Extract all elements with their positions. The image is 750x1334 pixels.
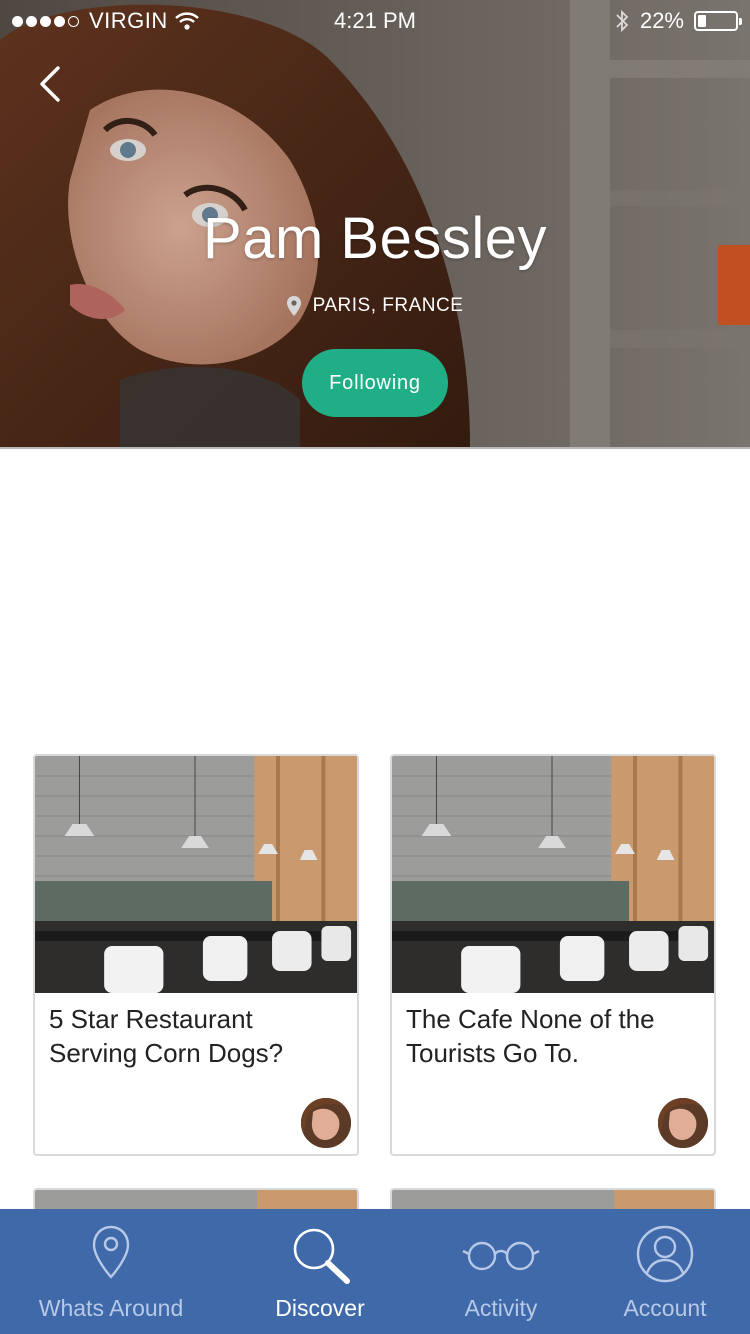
status-right: 22% — [614, 8, 742, 34]
author-avatar[interactable] — [658, 1098, 708, 1148]
chevron-left-icon — [40, 66, 60, 102]
profile-location: PARIS, FRANCE — [0, 295, 750, 317]
user-circle-icon — [636, 1225, 694, 1283]
following-button[interactable]: Following — [302, 349, 448, 417]
restaurant-photo — [35, 756, 357, 993]
tab-label: Account — [623, 1295, 707, 1321]
author-avatar[interactable] — [301, 1098, 351, 1148]
tab-activity[interactable]: Activity — [450, 1209, 552, 1334]
location-label: PARIS, FRANCE — [312, 295, 464, 316]
tab-label: Whats Around — [38, 1295, 184, 1321]
status-bar: VIRGIN 4:21 PM 22% — [0, 0, 750, 40]
header-divider — [0, 447, 750, 449]
back-button[interactable] — [30, 62, 70, 106]
location-pin-icon — [92, 1225, 130, 1279]
avatar-photo — [658, 1098, 708, 1148]
post-title: 5 Star Restaurant Serving Corn Dogs? — [49, 1004, 284, 1068]
battery-percent: 22% — [639, 8, 684, 33]
post-card[interactable]: The Cafe None of the Tourists Go To. — [390, 754, 716, 1156]
post-title: The Cafe None of the Tourists Go To. — [406, 1004, 655, 1068]
battery-level — [698, 15, 706, 27]
restaurant-photo — [392, 756, 714, 993]
profile-header: VIRGIN 4:21 PM 22% Pam Bessley PARIS, FR… — [0, 0, 750, 447]
profile-name: Pam Bessley — [203, 206, 547, 271]
battery-icon — [694, 11, 742, 31]
post-card[interactable]: 5 Star Restaurant Serving Corn Dogs? — [33, 754, 359, 1156]
search-icon — [293, 1228, 350, 1284]
avatar-photo — [301, 1098, 351, 1148]
tab-bar: Whats Around Discover Activity Account — [0, 1209, 750, 1334]
glasses-icon — [462, 1241, 540, 1271]
map-pin-icon — [286, 296, 301, 316]
tab-label: Discover — [275, 1295, 365, 1321]
tab-discover[interactable]: Discover — [255, 1209, 385, 1334]
tab-account[interactable]: Account — [610, 1209, 720, 1334]
tab-label: Activity — [464, 1295, 538, 1321]
tab-whats-around[interactable]: Whats Around — [20, 1209, 202, 1334]
bluetooth-icon — [616, 9, 629, 33]
